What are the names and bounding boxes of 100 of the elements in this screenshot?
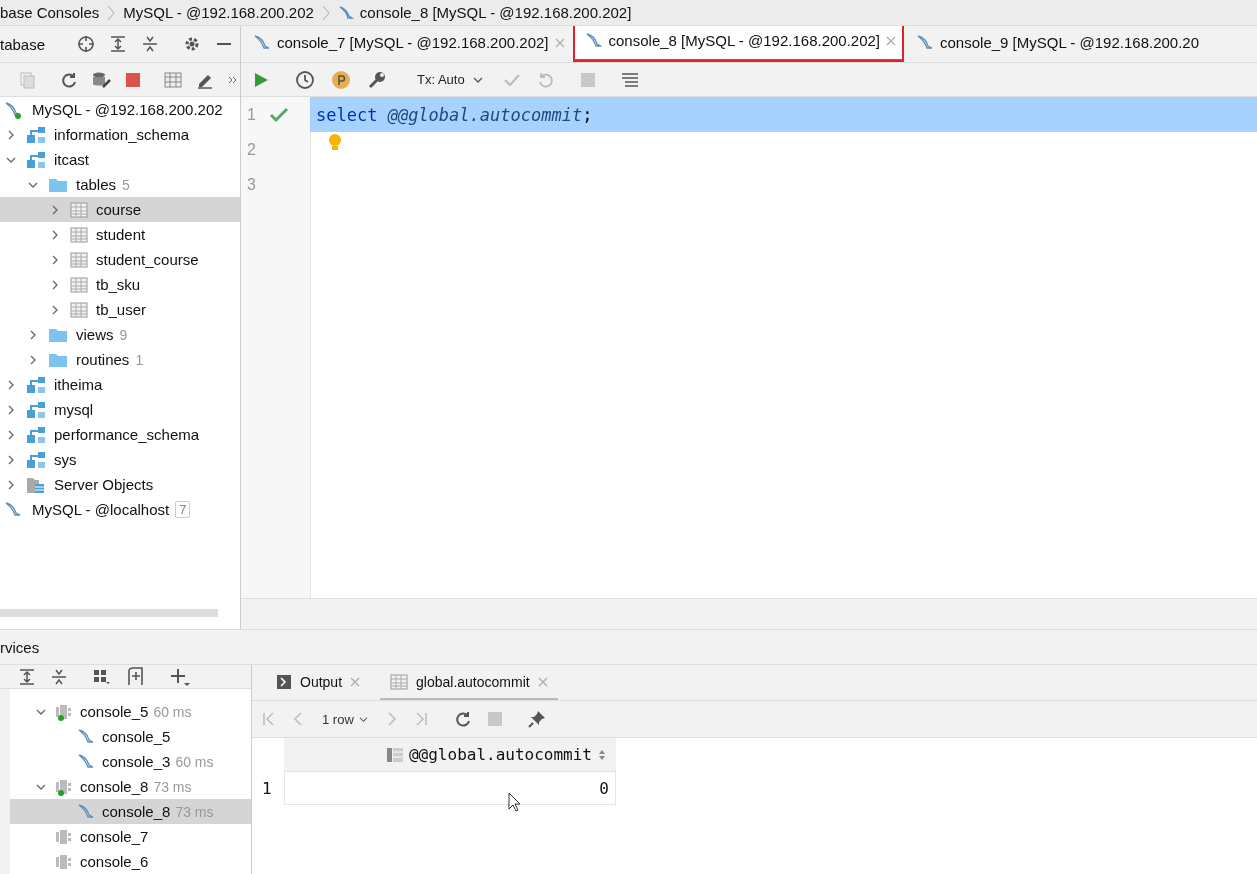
- tree-item[interactable]: tb_sku: [0, 272, 240, 297]
- editor-tab[interactable]: console_8 [MySQL - @192.168.200.202]: [572, 26, 905, 62]
- chevron-icon[interactable]: [6, 129, 16, 140]
- tree-item[interactable]: course: [0, 197, 240, 222]
- tree-item[interactable]: itcast: [0, 147, 240, 172]
- tree-item[interactable]: performance_schema: [0, 422, 240, 447]
- line-number: 2: [247, 140, 257, 159]
- service-item[interactable]: console_3 60 ms: [10, 749, 251, 774]
- dolphin-icon: [337, 4, 354, 21]
- service-label: console_5: [102, 728, 171, 745]
- tree-item-label: MySQL - @localhost: [32, 501, 170, 518]
- service-item[interactable]: console_8 73 ms: [10, 799, 251, 824]
- refresh-icon[interactable]: [60, 70, 78, 89]
- tree-item[interactable]: information_schema: [0, 122, 240, 147]
- chevron-icon[interactable]: [50, 229, 60, 240]
- chevron-icon[interactable]: [28, 329, 38, 340]
- service-label: console_6: [80, 853, 149, 870]
- collapse-all-icon[interactable]: [50, 667, 68, 686]
- chevron-icon[interactable]: [28, 354, 38, 365]
- scrollbar-thumb[interactable]: [0, 609, 218, 617]
- group-icon[interactable]: [92, 667, 112, 686]
- add-icon[interactable]: [170, 666, 190, 687]
- tree-item[interactable]: tables 5: [0, 172, 240, 197]
- tree-item-label: student_course: [96, 251, 199, 268]
- tree-item[interactable]: MySQL - @localhost 7: [0, 497, 240, 522]
- chevron-icon[interactable]: [50, 304, 60, 315]
- service-item[interactable]: console_6: [10, 849, 251, 874]
- chevron-icon[interactable]: [50, 254, 60, 265]
- tree-item[interactable]: views 9: [0, 322, 240, 347]
- chevron-icon[interactable]: [6, 479, 16, 490]
- database-wrench-icon[interactable]: [92, 70, 112, 89]
- column-name: @@global.autocommit: [408, 745, 592, 764]
- breadcrumb[interactable]: base Consoles: [0, 4, 100, 21]
- dolphin-icon: [77, 802, 95, 821]
- refresh-icon[interactable]: [453, 710, 472, 728]
- tree-item[interactable]: tb_user: [0, 297, 240, 322]
- expand-all-icon[interactable]: [109, 35, 128, 53]
- service-label: console_8: [102, 803, 171, 820]
- service-item[interactable]: console_7: [10, 824, 251, 849]
- list-icon[interactable]: [620, 71, 639, 88]
- line-number: 1: [247, 105, 257, 124]
- tree-item[interactable]: MySQL - @192.168.200.202: [0, 97, 240, 122]
- tree-item-label: routines: [76, 351, 130, 368]
- tree-item[interactable]: student_course: [0, 247, 240, 272]
- expand-all-icon[interactable]: [18, 667, 36, 686]
- collapse-all-icon[interactable]: [141, 35, 160, 53]
- caret-icon: [472, 75, 483, 84]
- tree-item[interactable]: Server Objects: [0, 472, 240, 497]
- locate-icon[interactable]: [77, 35, 96, 53]
- chevron-icon[interactable]: [6, 379, 16, 390]
- dolphin-icon: [253, 33, 271, 52]
- tree-item[interactable]: sys: [0, 447, 240, 472]
- schema-icon: [26, 425, 46, 444]
- history-icon[interactable]: [295, 69, 315, 90]
- tab-label: console_8 [MySQL - @192.168.200.202]: [608, 32, 881, 49]
- pin-icon[interactable]: [527, 710, 546, 728]
- breadcrumb[interactable]: console_8 [MySQL - @192.168.200.202]: [359, 4, 632, 21]
- add-service-icon[interactable]: [126, 666, 146, 687]
- tree-item[interactable]: routines 1: [0, 347, 240, 372]
- wrench-icon[interactable]: [367, 69, 387, 90]
- tree-item[interactable]: itheima: [0, 372, 240, 397]
- caret-icon: [358, 715, 368, 723]
- tree-item[interactable]: mysql: [0, 397, 240, 422]
- chevron-icon[interactable]: [6, 454, 16, 465]
- stop-icon[interactable]: [126, 72, 140, 87]
- sort-icon[interactable]: [598, 748, 606, 761]
- panel-title: tabase: [0, 35, 46, 53]
- editor-tab[interactable]: console_7 [MySQL - @192.168.200.202]: [241, 26, 573, 62]
- tree-item[interactable]: student: [0, 222, 240, 247]
- service-item[interactable]: console_5 60 ms: [10, 699, 251, 724]
- tree-item-label: mysql: [54, 401, 94, 418]
- parameter-icon[interactable]: [331, 69, 351, 90]
- transaction-mode-dropdown[interactable]: Tx: Auto: [413, 72, 487, 87]
- column-icon: [386, 747, 403, 762]
- tree-item-label: tables: [76, 176, 117, 193]
- service-item[interactable]: console_8 73 ms: [10, 774, 251, 799]
- tree-item-label: Server Objects: [54, 476, 154, 493]
- console-icon: [276, 673, 292, 690]
- table-icon: [70, 276, 88, 293]
- run-icon[interactable]: [253, 71, 269, 88]
- chevron-icon[interactable]: [6, 429, 16, 440]
- duration: 60 ms: [175, 753, 214, 770]
- tree-item-label: information_schema: [54, 126, 190, 143]
- table-icon: [70, 226, 88, 243]
- chevron-icon[interactable]: [50, 204, 60, 215]
- result-tab[interactable]: Output: [266, 665, 371, 700]
- editor-tab[interactable]: console_9 [MySQL - @192.168.200.20: [904, 26, 1208, 62]
- column-header[interactable]: @@global.autocommit: [284, 738, 616, 772]
- row-count-dropdown[interactable]: 1 row: [322, 711, 368, 727]
- chevron-icon[interactable]: [6, 404, 16, 415]
- tree-item-label: sys: [54, 451, 77, 468]
- service-item[interactable]: console_5: [10, 724, 251, 749]
- tree-item-label: tb_sku: [96, 276, 141, 293]
- more-icon[interactable]: [228, 74, 238, 85]
- result-tab[interactable]: global.autocommit: [380, 665, 558, 700]
- item-count: 9: [119, 326, 128, 343]
- chevron-icon[interactable]: [50, 279, 60, 290]
- tree-item-label: views: [76, 326, 114, 343]
- mouse-pointer-icon: [508, 792, 522, 812]
- breadcrumb[interactable]: MySQL - @192.168.200.202: [123, 4, 314, 21]
